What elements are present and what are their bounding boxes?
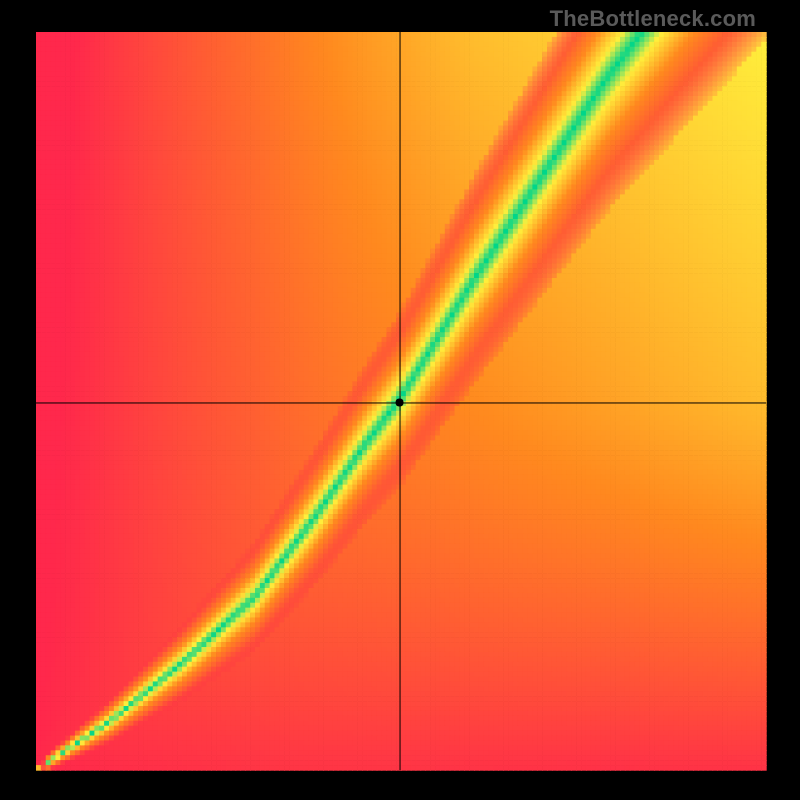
- heatmap-canvas: [0, 0, 800, 800]
- watermark-text: TheBottleneck.com: [550, 6, 756, 32]
- chart-frame: TheBottleneck.com: [0, 0, 800, 800]
